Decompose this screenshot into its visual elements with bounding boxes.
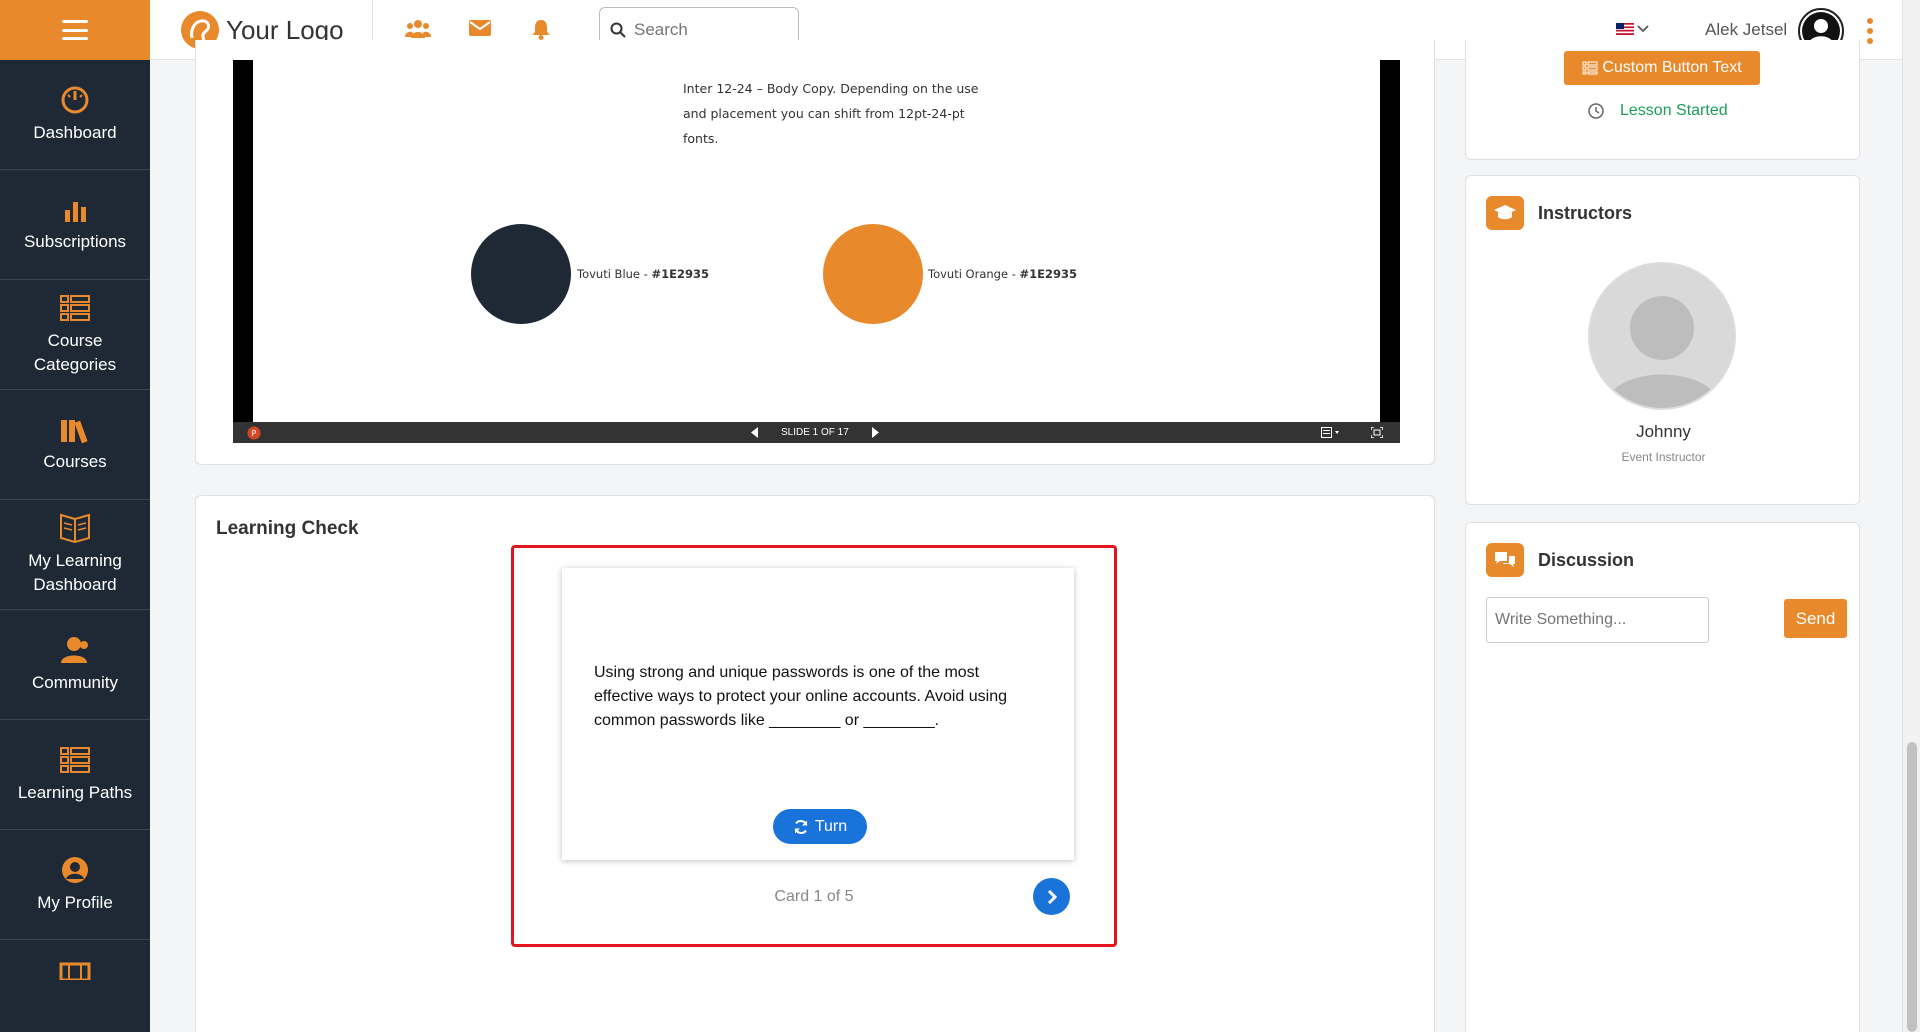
list-icon xyxy=(60,294,90,321)
learning-check-card: Learning Check Using strong and unique p… xyxy=(195,495,1435,1032)
page-scrollbar[interactable] xyxy=(1902,0,1920,1032)
next-slide-icon[interactable] xyxy=(871,427,879,438)
lesson-status: Lesson Started xyxy=(1588,102,1728,120)
instructor-role: Event Instructor xyxy=(1621,450,1706,464)
discussion-title: Discussion xyxy=(1538,549,1635,570)
sidebar-item-label: Community xyxy=(32,672,118,692)
sidebar-item-more[interactable] xyxy=(0,940,150,1032)
section-title: Learning Check xyxy=(216,518,359,539)
more-options-icon[interactable] xyxy=(1867,18,1873,44)
list-icon xyxy=(1582,61,1598,75)
slide-viewer-card: Inter 12-24 – Body Copy. Depending on th… xyxy=(195,40,1435,465)
card-counter: Card 1 of 5 xyxy=(774,888,854,905)
instructors-card: Instructors Johnny Event Instructor xyxy=(1465,175,1860,505)
user-name[interactable]: Alek Jetsel xyxy=(1705,20,1787,40)
scroll-thumb[interactable] xyxy=(1907,742,1917,1032)
open-book-icon xyxy=(60,513,90,543)
instructors-header: Instructors xyxy=(1486,196,1632,230)
turn-button[interactable]: Turn xyxy=(773,809,867,844)
slide-frame: Inter 12-24 – Body Copy. Depending on th… xyxy=(233,60,1400,443)
sidebar-item-subscriptions[interactable]: Subscriptions xyxy=(0,170,150,280)
flashcard[interactable]: Using strong and unique passwords is one… xyxy=(562,568,1074,860)
discussion-header: Discussion xyxy=(1486,543,1634,577)
user-group-icon xyxy=(61,636,88,663)
svg-text:P: P xyxy=(252,429,257,438)
books-icon xyxy=(61,419,88,443)
lesson-status-card: Custom Button Text Lesson Started xyxy=(1465,40,1860,160)
custom-button[interactable]: Custom Button Text xyxy=(1564,51,1760,85)
sidebar-item-label: My Profile xyxy=(37,892,113,912)
powerpoint-icon: P xyxy=(247,426,261,440)
chevron-down-icon xyxy=(1637,25,1649,33)
search-input[interactable] xyxy=(634,20,784,40)
chat-icon xyxy=(1486,543,1524,577)
graduation-cap-icon xyxy=(1486,196,1524,230)
chevron-right-icon xyxy=(1047,889,1057,904)
us-flag-icon xyxy=(1616,23,1634,35)
sidebar-item-label: Subscriptions xyxy=(23,231,127,251)
fullscreen-icon[interactable] xyxy=(1371,427,1383,438)
sidebar-item-my-profile[interactable]: My Profile xyxy=(0,830,150,940)
instructor-name[interactable]: Johnny xyxy=(1466,422,1861,442)
discussion-input[interactable] xyxy=(1486,597,1709,643)
search-icon xyxy=(610,22,626,38)
instructor-avatar[interactable] xyxy=(1588,262,1736,410)
swatch-blue xyxy=(471,224,571,324)
slide-controls: P SLIDE 1 OF 17 xyxy=(233,422,1400,443)
gauge-icon xyxy=(61,86,89,113)
sidebar-item-courses[interactable]: Courses xyxy=(0,390,150,500)
sidebar-item-my-learning-dashboard[interactable]: My Learning Dashboard xyxy=(0,500,150,610)
flashcard-text: Using strong and unique passwords is one… xyxy=(594,664,1007,729)
notes-icon[interactable] xyxy=(1321,427,1341,438)
list-icon xyxy=(60,746,90,773)
film-icon xyxy=(59,962,91,980)
sidebar-item-label: Courses xyxy=(43,451,107,471)
sidebar-item-label: Dashboard xyxy=(33,122,117,142)
refresh-icon xyxy=(794,819,808,834)
slide-body-text: Inter 12-24 – Body Copy. Depending on th… xyxy=(683,81,979,146)
sidebar-item-label: My Learning Dashboard xyxy=(28,550,122,594)
sidebar-item-learning-paths[interactable]: Learning Paths xyxy=(0,720,150,830)
bar-chart-icon xyxy=(65,201,86,222)
hamburger-icon xyxy=(62,20,88,40)
slide-canvas: Inter 12-24 – Body Copy. Depending on th… xyxy=(253,60,1380,422)
turn-label: Turn xyxy=(814,817,848,835)
send-button[interactable]: Send xyxy=(1784,599,1847,638)
language-selector[interactable] xyxy=(1616,23,1649,35)
swatch-orange-label: Tovuti Orange - #1E2935 xyxy=(928,267,1078,281)
sidebar-item-label: Learning Paths xyxy=(17,782,133,802)
user-placeholder-icon xyxy=(1590,264,1734,408)
lesson-status-text: Lesson Started xyxy=(1620,102,1728,119)
menu-toggle-button[interactable] xyxy=(0,0,150,60)
instructors-title: Instructors xyxy=(1538,202,1633,223)
sidebar-item-label: Course Categories xyxy=(33,330,117,374)
sidebar: Dashboard Subscriptions Course Categorie… xyxy=(0,0,150,1032)
user-circle-icon xyxy=(62,856,88,883)
sidebar-item-community[interactable]: Community xyxy=(0,610,150,720)
flashcard-container: Using strong and unique passwords is one… xyxy=(511,545,1117,947)
slide-counter: SLIDE 1 OF 17 xyxy=(781,427,849,438)
next-card-button[interactable] xyxy=(1033,878,1070,915)
sidebar-item-course-categories[interactable]: Course Categories xyxy=(0,280,150,390)
sidebar-item-dashboard[interactable]: Dashboard xyxy=(0,60,150,170)
swatch-orange xyxy=(823,224,923,324)
custom-button-label: Custom Button Text xyxy=(1602,59,1742,76)
swatch-blue-label: Tovuti Blue - #1E2935 xyxy=(577,267,709,281)
prev-slide-icon[interactable] xyxy=(751,427,759,438)
discussion-card: Discussion Send xyxy=(1465,522,1860,1032)
clock-icon xyxy=(1588,103,1604,119)
